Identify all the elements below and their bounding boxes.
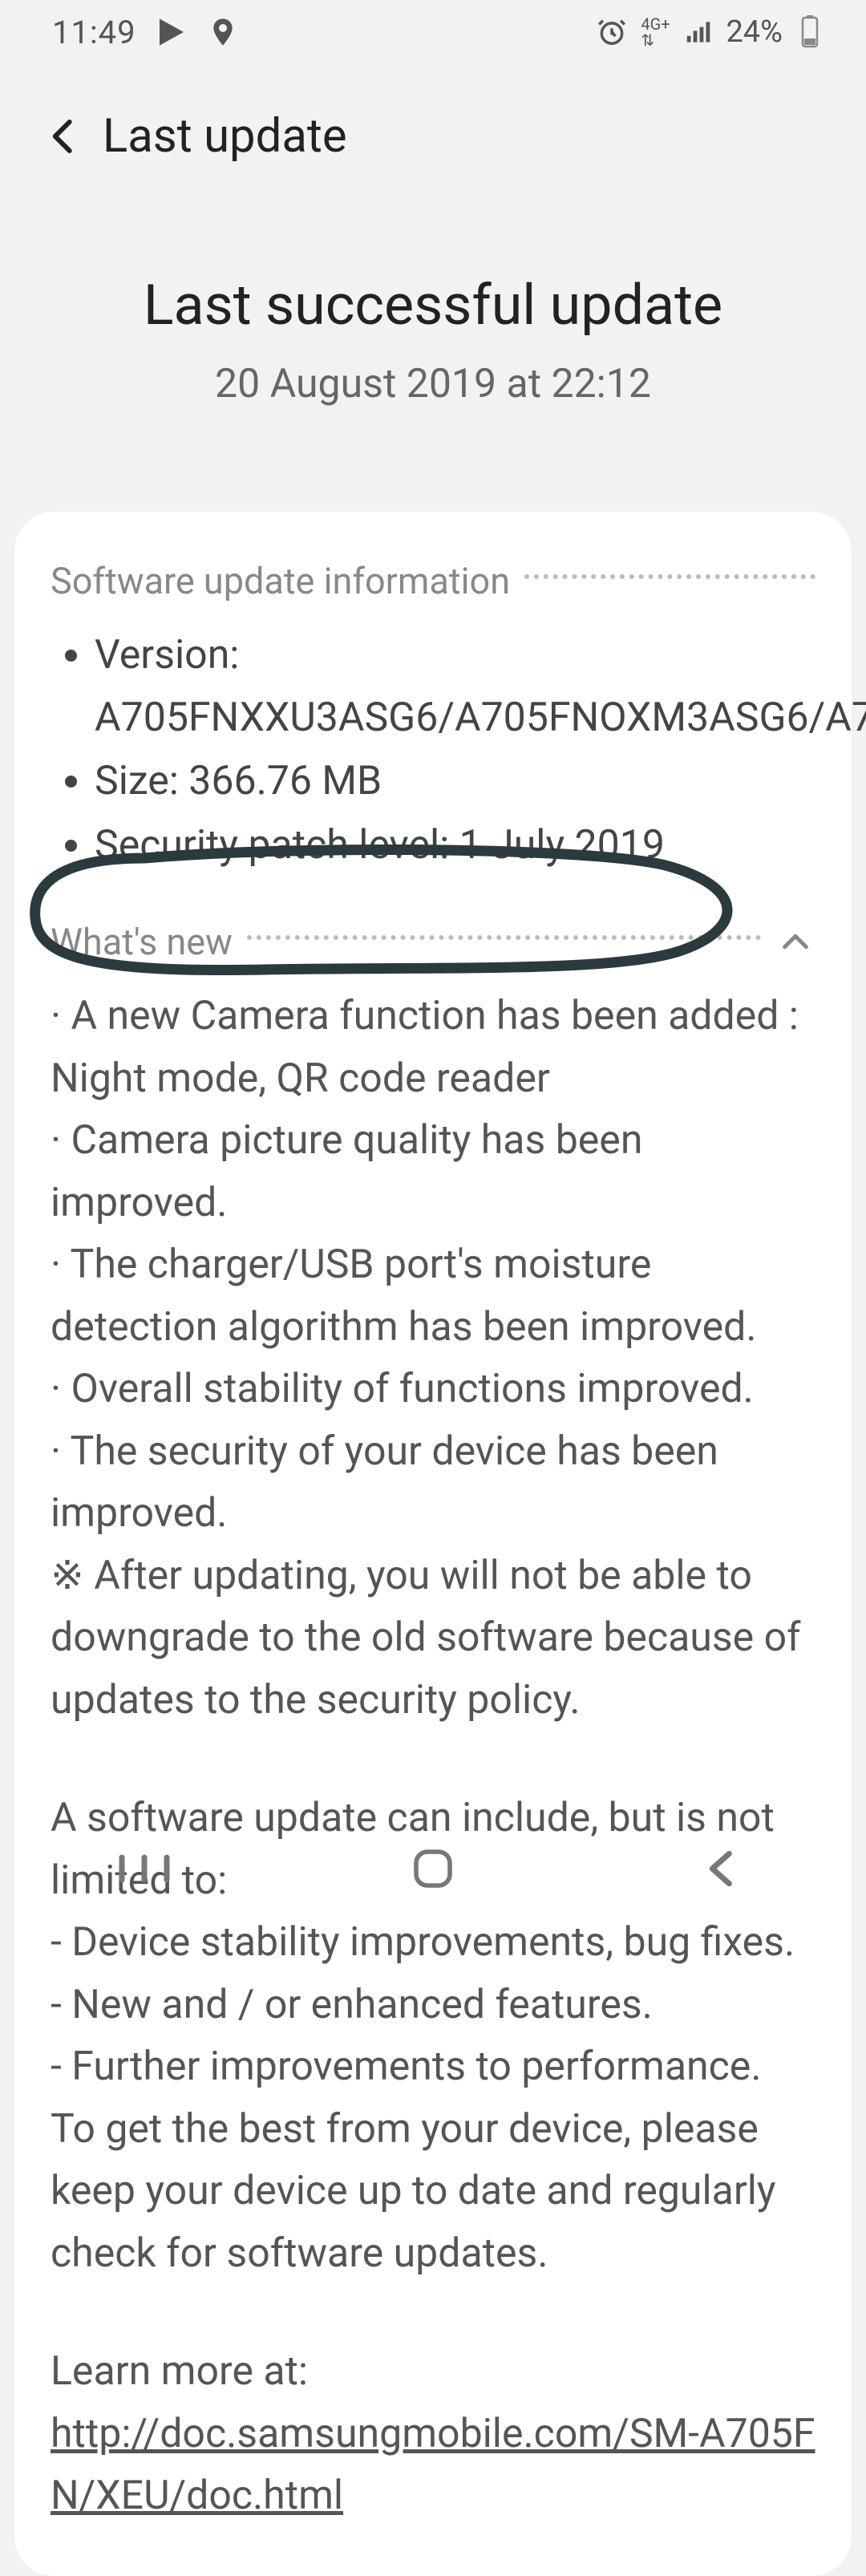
nav-back-button[interactable]	[690, 1837, 754, 1901]
whatsnew-line: · Camera picture quality has been improv…	[51, 1110, 815, 1234]
dot-leader	[247, 935, 761, 940]
hero-subtitle: 20 August 2019 at 22:12	[32, 361, 834, 407]
update-card: Software update information Version: A70…	[14, 512, 852, 2576]
section-header-whatsnew[interactable]: What's new	[51, 921, 815, 963]
battery-icon	[794, 16, 826, 48]
whatsnew-line: · A new Camera function has been added :…	[51, 986, 815, 1110]
whatsnew-line: ※ After updating, you will not be able t…	[51, 1545, 815, 1732]
advice-text: To get the best from your device, please…	[51, 2099, 815, 2286]
status-time: 11:49	[52, 14, 136, 51]
section-header-info: Software update information	[51, 560, 815, 602]
section-title-info: Software update information	[51, 560, 510, 602]
hero-section: Last successful update 20 August 2019 at…	[0, 176, 866, 512]
info-list: Version: A705FNXXU3ASG6/A705FNOXM3ASG6/A…	[51, 625, 815, 877]
android-nav-bar	[0, 1813, 866, 1925]
info-size-label: Size:	[95, 758, 179, 804]
page-title: Last update	[103, 109, 347, 164]
info-security: Security patch level: 1 July 2019	[95, 815, 815, 877]
play-store-icon	[156, 16, 188, 48]
include-item: - New and / or enhanced features.	[51, 1975, 815, 2037]
whatsnew-line: · The charger/USB port's moisture detect…	[51, 1234, 815, 1359]
home-button[interactable]	[401, 1837, 465, 1901]
dot-leader	[524, 574, 815, 579]
include-item: - Further improvements to performance.	[51, 2036, 815, 2099]
signal-icon	[682, 16, 714, 48]
chevron-up-icon[interactable]	[775, 922, 815, 962]
maps-icon	[207, 16, 239, 48]
learn-more-label: Learn more at:	[51, 2341, 815, 2404]
info-version-label: Version:	[95, 632, 239, 678]
back-button[interactable]	[32, 104, 96, 168]
info-size: Size: 366.76 MB	[95, 751, 815, 813]
info-version: Version: A705FNXXU3ASG6/A705FNOXM3ASG6/A…	[95, 625, 815, 749]
alarm-icon	[596, 16, 628, 48]
info-size-value: 366.76 MB	[188, 758, 382, 804]
battery-percent: 24%	[726, 14, 783, 50]
whatsnew-line: · The security of your device has been i…	[51, 1421, 815, 1545]
hero-title: Last successful update	[32, 273, 834, 338]
learn-more-link[interactable]: http://doc.samsungmobile.com/SM-A705FN/X…	[51, 2411, 815, 2520]
section-title-whatsnew: What's new	[51, 921, 233, 963]
info-version-value: A705FNXXU3ASG6/A705FNOXM3ASG6/A705FNXXU3…	[95, 695, 866, 741]
page-header: Last update	[0, 64, 866, 176]
recents-button[interactable]	[112, 1837, 176, 1901]
whatsnew-body: · A new Camera function has been added :…	[51, 986, 815, 2528]
info-security-value: 1 July 2019	[459, 822, 665, 869]
status-bar: 11:49 4G+⇅ 24%	[0, 0, 866, 64]
network-4g-icon: 4G+⇅	[639, 16, 671, 48]
info-security-label: Security patch level:	[95, 822, 449, 869]
whatsnew-line: · Overall stability of functions improve…	[51, 1359, 815, 1421]
